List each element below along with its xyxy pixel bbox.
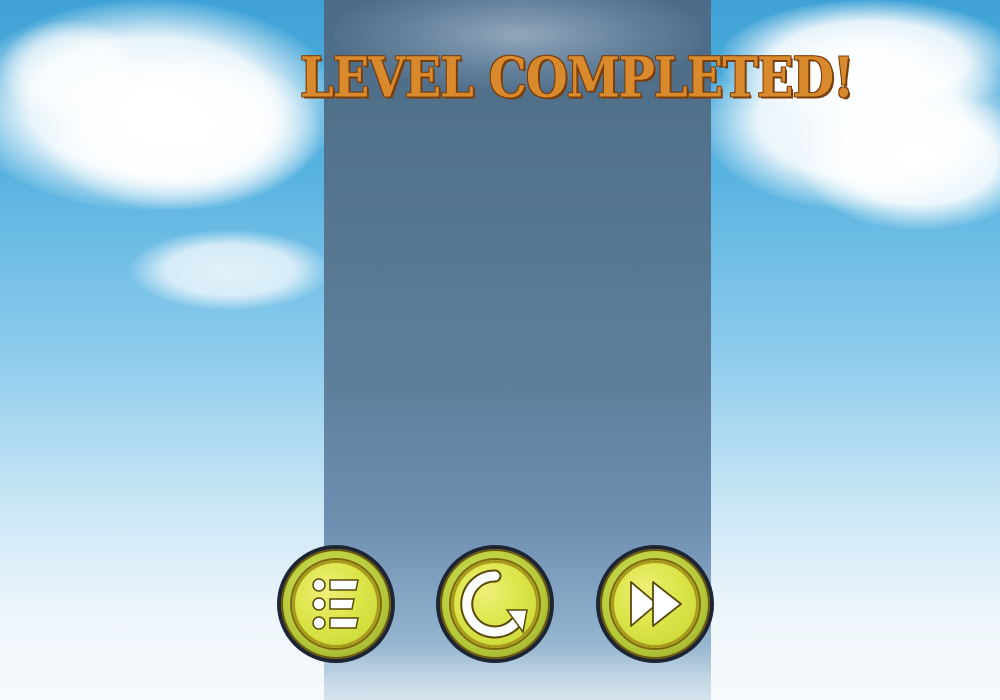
next-level-icon bbox=[630, 581, 682, 627]
cloud bbox=[130, 230, 330, 310]
level-menu-button[interactable] bbox=[277, 545, 395, 663]
next-level-button[interactable] bbox=[596, 545, 714, 663]
button-rim bbox=[600, 549, 710, 659]
button-face bbox=[292, 560, 380, 648]
button-face bbox=[611, 560, 699, 648]
button-rim bbox=[440, 549, 550, 659]
level-completed-title: LEVEL COMPLETED! bbox=[300, 45, 854, 111]
replay-button[interactable] bbox=[436, 545, 554, 663]
cloud bbox=[0, 20, 140, 120]
replay-icon bbox=[460, 569, 528, 639]
level-menu-icon bbox=[312, 578, 359, 630]
button-rim bbox=[281, 549, 391, 659]
button-face bbox=[451, 560, 539, 648]
